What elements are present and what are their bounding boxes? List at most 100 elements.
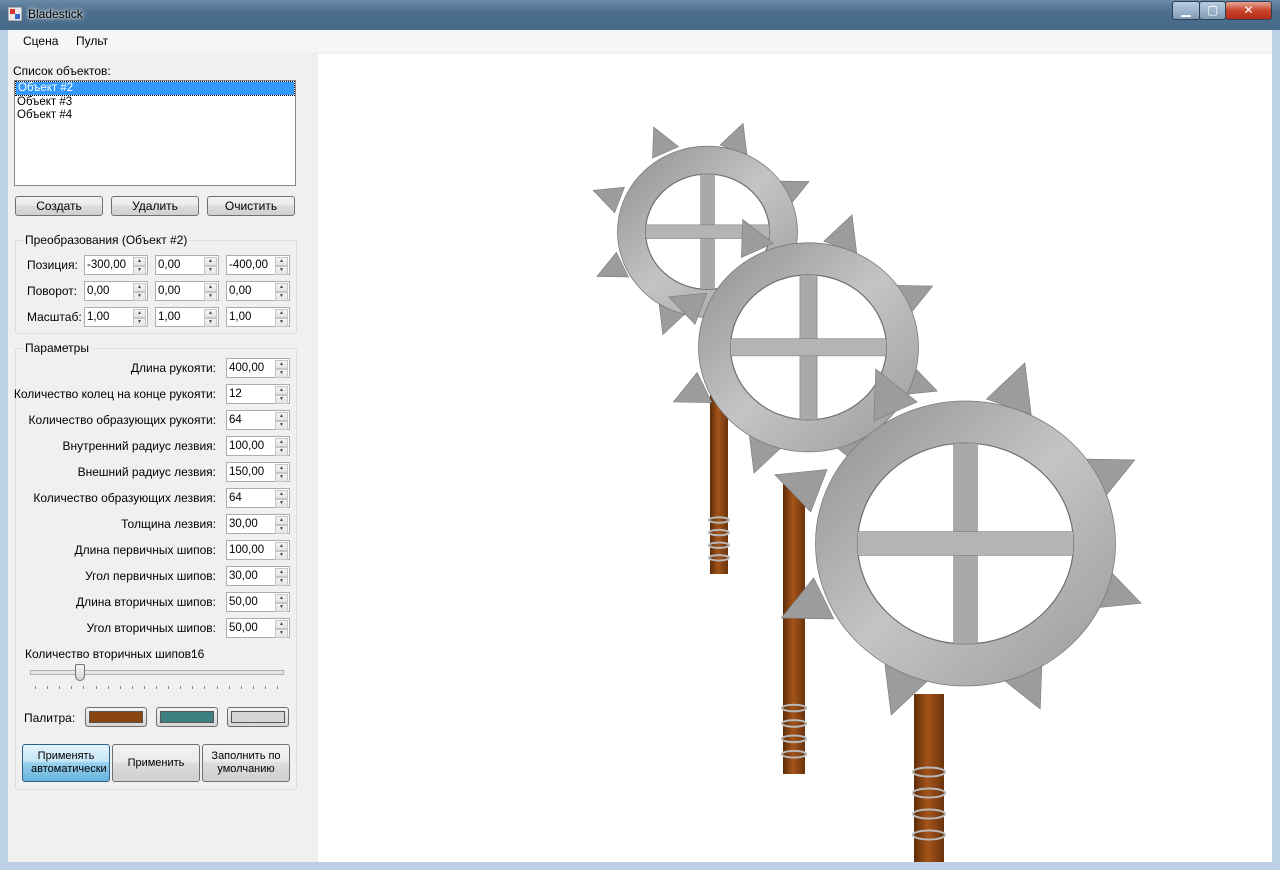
spin-buttons[interactable]: ▲ ▼ (275, 438, 288, 456)
spin-down-icon[interactable]: ▼ (275, 551, 288, 560)
spin-down-icon[interactable]: ▼ (275, 369, 288, 378)
palette-color-1-button[interactable] (85, 707, 147, 727)
apply-button[interactable]: Применить (112, 744, 200, 782)
minimize-button[interactable]: ▁ (1172, 1, 1200, 20)
spin-buttons[interactable]: ▲ ▼ (275, 386, 288, 404)
fill-defaults-button[interactable]: Заполнить по умолчанию (202, 744, 290, 782)
menu-remote[interactable]: Пульт (76, 34, 108, 48)
parameter-input[interactable]: 30,00 ▲ ▼ (226, 566, 290, 586)
clear-button[interactable]: Очистить (207, 196, 295, 216)
spin-up-icon[interactable]: ▲ (275, 309, 288, 318)
object-list[interactable]: Объект #2 Объект #3 Объект #4 (14, 80, 296, 186)
list-item[interactable]: Объект #3 (15, 96, 295, 109)
parameter-input[interactable]: 64 ▲ ▼ (226, 488, 290, 508)
spin-down-icon[interactable]: ▼ (275, 447, 288, 456)
spin-buttons[interactable]: ▲ ▼ (275, 516, 288, 534)
list-item[interactable]: Объект #2 (15, 81, 295, 96)
transform-value-input[interactable]: 1,00 ▲ ▼ (84, 307, 148, 327)
spin-up-icon[interactable]: ▲ (275, 594, 288, 603)
spin-down-icon[interactable]: ▼ (275, 629, 288, 638)
spin-up-icon[interactable]: ▲ (275, 516, 288, 525)
spin-up-icon[interactable]: ▲ (275, 283, 288, 292)
spin-up-icon[interactable]: ▲ (204, 257, 217, 266)
spin-down-icon[interactable]: ▼ (275, 603, 288, 612)
spin-up-icon[interactable]: ▲ (204, 283, 217, 292)
spin-up-icon[interactable]: ▲ (133, 309, 146, 318)
parameter-input[interactable]: 100,00 ▲ ▼ (226, 436, 290, 456)
maximize-button[interactable]: ▢ (1199, 1, 1226, 20)
spin-down-icon[interactable]: ▼ (275, 266, 288, 275)
parameter-input[interactable]: 400,00 ▲ ▼ (226, 358, 290, 378)
spin-down-icon[interactable]: ▼ (133, 266, 146, 275)
3d-viewport[interactable] (318, 54, 1272, 862)
parameter-input[interactable]: 30,00 ▲ ▼ (226, 514, 290, 534)
spin-down-icon[interactable]: ▼ (275, 577, 288, 586)
spin-down-icon[interactable]: ▼ (133, 292, 146, 301)
spin-buttons[interactable]: ▲ ▼ (133, 309, 146, 327)
spin-down-icon[interactable]: ▼ (204, 292, 217, 301)
secondary-spikes-slider-track[interactable] (30, 670, 284, 675)
transform-value-input[interactable]: 0,00 ▲ ▼ (84, 281, 148, 301)
spin-down-icon[interactable]: ▼ (275, 292, 288, 301)
spin-up-icon[interactable]: ▲ (275, 542, 288, 551)
spin-buttons[interactable]: ▲ ▼ (275, 620, 288, 638)
spin-down-icon[interactable]: ▼ (275, 499, 288, 508)
transform-value-input[interactable]: -300,00 ▲ ▼ (84, 255, 148, 275)
spin-up-icon[interactable]: ▲ (133, 283, 146, 292)
spin-down-icon[interactable]: ▼ (275, 421, 288, 430)
spin-down-icon[interactable]: ▼ (275, 525, 288, 534)
parameter-input[interactable]: 100,00 ▲ ▼ (226, 540, 290, 560)
delete-button[interactable]: Удалить (111, 196, 199, 216)
spin-down-icon[interactable]: ▼ (133, 318, 146, 327)
spin-up-icon[interactable]: ▲ (275, 438, 288, 447)
spin-buttons[interactable]: ▲ ▼ (275, 568, 288, 586)
spin-buttons[interactable]: ▲ ▼ (275, 464, 288, 482)
parameter-input[interactable]: 150,00 ▲ ▼ (226, 462, 290, 482)
spin-down-icon[interactable]: ▼ (275, 395, 288, 404)
title-bar[interactable]: Bladestick ▁ ▢ ✕ (0, 0, 1280, 30)
parameter-input[interactable]: 64 ▲ ▼ (226, 410, 290, 430)
parameter-input[interactable]: 50,00 ▲ ▼ (226, 618, 290, 638)
parameter-input[interactable]: 12 ▲ ▼ (226, 384, 290, 404)
spin-up-icon[interactable]: ▲ (275, 412, 288, 421)
spin-down-icon[interactable]: ▼ (204, 318, 217, 327)
spin-buttons[interactable]: ▲ ▼ (275, 412, 288, 430)
transform-value-input[interactable]: 0,00 ▲ ▼ (155, 255, 219, 275)
spin-buttons[interactable]: ▲ ▼ (275, 309, 288, 327)
spin-buttons[interactable]: ▲ ▼ (275, 594, 288, 612)
transform-value-input[interactable]: -400,00 ▲ ▼ (226, 255, 290, 275)
transform-value-input[interactable]: 1,00 ▲ ▼ (155, 307, 219, 327)
spin-buttons[interactable]: ▲ ▼ (133, 283, 146, 301)
spin-down-icon[interactable]: ▼ (204, 266, 217, 275)
spin-buttons[interactable]: ▲ ▼ (275, 542, 288, 560)
spin-down-icon[interactable]: ▼ (275, 318, 288, 327)
spin-buttons[interactable]: ▲ ▼ (133, 257, 146, 275)
spin-up-icon[interactable]: ▲ (204, 309, 217, 318)
spin-up-icon[interactable]: ▲ (275, 360, 288, 369)
spin-buttons[interactable]: ▲ ▼ (204, 283, 217, 301)
transform-value-input[interactable]: 0,00 ▲ ▼ (226, 281, 290, 301)
spin-up-icon[interactable]: ▲ (133, 257, 146, 266)
palette-color-2-button[interactable] (156, 707, 218, 727)
transform-value-input[interactable]: 0,00 ▲ ▼ (155, 281, 219, 301)
spin-up-icon[interactable]: ▲ (275, 620, 288, 629)
spin-up-icon[interactable]: ▲ (275, 568, 288, 577)
spin-buttons[interactable]: ▲ ▼ (204, 257, 217, 275)
spin-up-icon[interactable]: ▲ (275, 257, 288, 266)
create-button[interactable]: Создать (15, 196, 103, 216)
spin-up-icon[interactable]: ▲ (275, 386, 288, 395)
spin-buttons[interactable]: ▲ ▼ (275, 490, 288, 508)
spin-buttons[interactable]: ▲ ▼ (275, 283, 288, 301)
spin-up-icon[interactable]: ▲ (275, 464, 288, 473)
spin-buttons[interactable]: ▲ ▼ (204, 309, 217, 327)
spin-buttons[interactable]: ▲ ▼ (275, 257, 288, 275)
palette-color-3-button[interactable] (227, 707, 289, 727)
secondary-spikes-slider-thumb[interactable] (75, 664, 86, 681)
spin-buttons[interactable]: ▲ ▼ (275, 360, 288, 378)
parameter-input[interactable]: 50,00 ▲ ▼ (226, 592, 290, 612)
menu-scene[interactable]: Сцена (23, 34, 58, 48)
spin-down-icon[interactable]: ▼ (275, 473, 288, 482)
close-button[interactable]: ✕ (1225, 1, 1272, 20)
list-item[interactable]: Объект #4 (15, 109, 295, 122)
spin-up-icon[interactable]: ▲ (275, 490, 288, 499)
